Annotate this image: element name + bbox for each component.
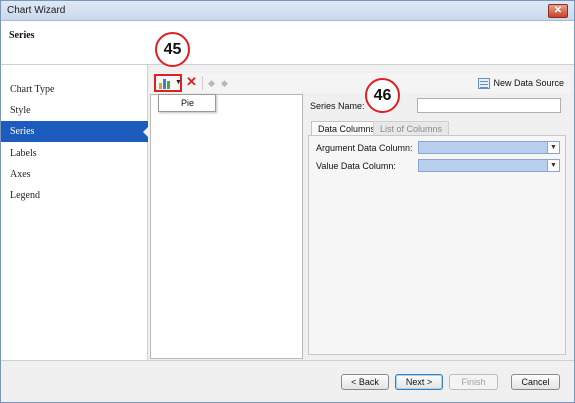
chevron-down-icon: ▼ [547,160,559,171]
sidebar-item-label: Style [10,105,31,116]
bar-chart-icon [159,78,171,89]
selection-notch [143,127,148,137]
argument-column-select[interactable]: ▼ [418,141,560,154]
sidebar-item-label: Chart Type [10,84,55,95]
series-list[interactable] [150,94,303,359]
back-button[interactable]: < Back [341,374,389,390]
series-properties-panel: Series Name: Data Columns List of Column… [306,94,570,359]
chevron-down-icon: ▼ [547,142,559,153]
sidebar-item-label: Series [10,126,35,137]
new-data-source-button[interactable]: New Data Source [478,75,564,91]
add-series-button[interactable]: ▼ [154,74,182,92]
chart-wizard-window: Chart Wizard ✕ Series Chart Type Style S… [0,0,575,403]
wizard-sidebar: Chart Type Style Series Labels Axes Lege… [1,65,148,360]
sidebar-item-label: Labels [10,148,37,159]
dropdown-item-pie[interactable]: Pie [181,98,194,108]
finish-button: Finish [449,374,498,390]
series-name-label: Series Name: [310,101,365,111]
cancel-button[interactable]: Cancel [511,374,560,390]
title-bar: Chart Wizard ✕ [1,1,574,21]
sidebar-item-chart-type[interactable]: Chart Type [1,79,148,100]
page-heading: Series [9,30,35,41]
sidebar-item-axes[interactable]: Axes [1,164,148,185]
window-title: Chart Wizard [7,5,66,16]
toolbar-separator [202,76,203,90]
chevron-down-icon: ▼ [175,79,182,86]
argument-column-label: Argument Data Column: [316,143,413,153]
data-source-icon [478,77,491,89]
move-up-icon[interactable]: ◆ [208,74,218,92]
series-name-input[interactable] [417,98,561,113]
callout-46: 46 [365,78,400,113]
value-column-select[interactable]: ▼ [418,159,560,172]
wizard-footer: < Back Next > Finish Cancel [1,360,574,402]
callout-45: 45 [155,32,190,67]
delete-series-icon[interactable]: ✕ [186,74,198,92]
move-down-icon[interactable]: ◆ [221,74,231,92]
sidebar-item-style[interactable]: Style [1,100,148,121]
data-columns-panel: Argument Data Column: ▼ Value Data Colum… [308,135,566,355]
series-type-dropdown: Pie [158,94,216,112]
series-toolbar: ▼ ✕ ◆ ◆ New Data Source [150,73,570,93]
value-column-label: Value Data Column: [316,161,396,171]
new-data-source-label: New Data Source [493,78,564,88]
sidebar-item-label: Axes [10,169,31,180]
tab-data-columns[interactable]: Data Columns [311,121,383,136]
next-button[interactable]: Next > [395,374,443,390]
sidebar-item-series[interactable]: Series [1,121,148,142]
sidebar-item-legend[interactable]: Legend [1,185,148,206]
tab-list-of-columns[interactable]: List of Columns [373,121,450,136]
sidebar-item-labels[interactable]: Labels [1,143,148,164]
close-button[interactable]: ✕ [548,4,568,18]
wizard-header: Series [1,21,574,65]
sidebar-item-label: Legend [10,190,40,201]
